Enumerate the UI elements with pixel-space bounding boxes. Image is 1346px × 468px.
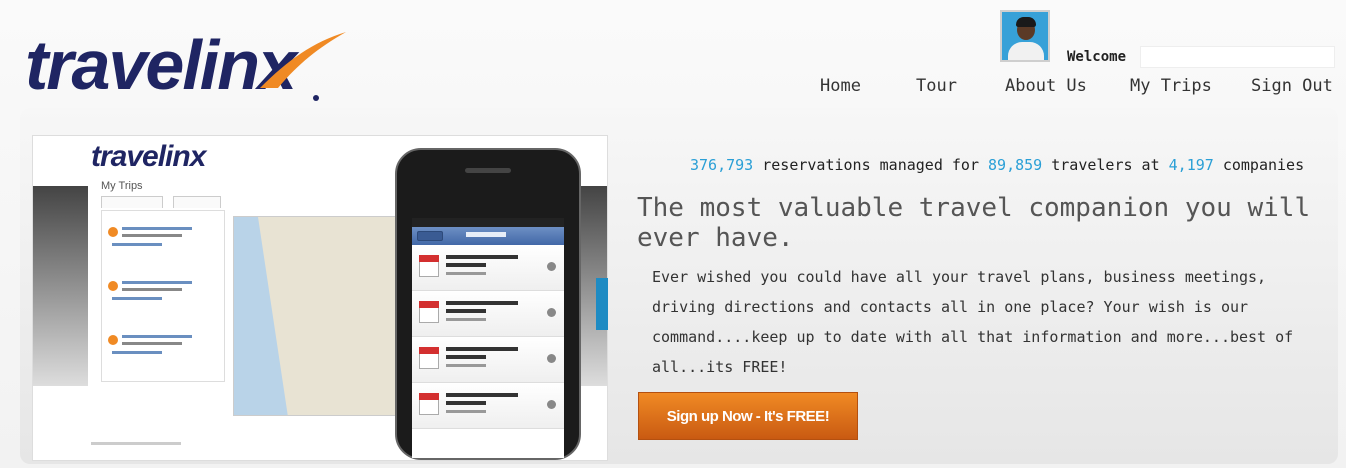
logo-swoosh-icon xyxy=(260,32,346,88)
calendar-icon xyxy=(419,393,439,415)
phone-trip-item xyxy=(412,291,564,337)
preview-trip-list xyxy=(101,210,225,382)
signup-button[interactable]: Sign up Now - It's FREE! xyxy=(638,392,858,440)
nav-tour[interactable]: Tour xyxy=(916,76,957,96)
stats-line: 376,793 reservations managed for 89,859 … xyxy=(690,156,1305,174)
nav-sign-out[interactable]: Sign Out xyxy=(1251,76,1333,96)
welcome-name xyxy=(1140,46,1335,68)
stat-companies: 4,197 xyxy=(1168,156,1214,174)
preview-tab-upcoming xyxy=(101,196,163,208)
nav-my-trips[interactable]: My Trips xyxy=(1130,76,1212,96)
feedback-tab xyxy=(596,278,608,330)
calendar-icon xyxy=(419,347,439,369)
stat-reservations: 376,793 xyxy=(690,156,754,174)
stat-travelers: 89,859 xyxy=(988,156,1043,174)
welcome-label: Welcome xyxy=(1067,49,1127,65)
phone-trip-item xyxy=(412,245,564,291)
preview-map xyxy=(233,216,403,416)
hero-description: Ever wished you could have all your trav… xyxy=(652,268,1294,376)
phone-trip-item xyxy=(412,383,564,429)
user-avatar[interactable] xyxy=(1000,10,1050,62)
phone-screen xyxy=(412,218,564,458)
travelinx-logo[interactable]: travelinx xyxy=(25,30,297,100)
logo-dot xyxy=(313,95,319,101)
nav-home[interactable]: Home xyxy=(820,76,861,96)
calendar-icon xyxy=(419,255,439,277)
calendar-icon xyxy=(419,301,439,323)
preview-logo: travelinx xyxy=(91,140,206,173)
page: travelinx Welcome Home Tour About Us My … xyxy=(0,0,1346,468)
phone-trip-item xyxy=(412,337,564,383)
nav-about-us[interactable]: About Us xyxy=(1005,76,1087,96)
preview-page-title: My Trips xyxy=(101,180,143,192)
hero-headline: The most valuable travel companion you w… xyxy=(637,193,1311,253)
preview-tab-past xyxy=(173,196,221,208)
phone-mockup xyxy=(395,148,581,460)
